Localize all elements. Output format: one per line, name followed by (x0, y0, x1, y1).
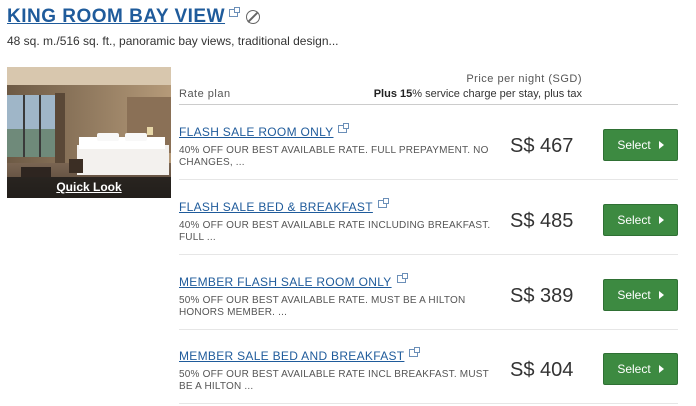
rate-description: 40% OFF OUR BEST AVAILABLE RATE. FULL PR… (179, 145, 489, 168)
room-photo[interactable]: Quick Look (7, 67, 171, 198)
select-button-label: Select (617, 138, 651, 152)
rate-name-text[interactable]: FLASH SALE ROOM ONLY (179, 125, 333, 139)
rate-name-link[interactable]: MEMBER SALE BED AND BREAKFAST (179, 347, 421, 363)
rate-name-text[interactable]: MEMBER FLASH SALE ROOM ONLY (179, 275, 392, 289)
rate-price: S$ 389 (510, 285, 574, 307)
chevron-right-icon (658, 216, 664, 224)
external-link-icon[interactable] (377, 198, 389, 208)
select-button[interactable]: Select (603, 353, 678, 385)
rate-row: FLASH SALE ROOM ONLY 40% OFF OUR BEST AV… (179, 105, 678, 180)
select-button[interactable]: Select (603, 129, 678, 161)
no-smoking-icon (246, 10, 261, 24)
price-per-night-header: Price per night (SGD) (466, 73, 582, 85)
select-button-label: Select (617, 213, 651, 227)
service-charge-text: % service charge per stay, plus tax (412, 88, 582, 100)
external-link-icon[interactable] (409, 347, 421, 357)
select-button-label: Select (617, 362, 651, 376)
rate-price: S$ 404 (510, 359, 574, 381)
rate-description: 40% OFF OUR BEST AVAILABLE RATE INCLUDIN… (179, 220, 491, 243)
rate-plan-header: Rate plan (179, 88, 231, 100)
rate-name-text[interactable]: FLASH SALE BED & BREAKFAST (179, 200, 373, 214)
service-charge-bold: Plus 15 (373, 88, 413, 100)
rate-name-link[interactable]: FLASH SALE BED & BREAKFAST (179, 198, 389, 214)
quick-look-link[interactable]: Quick Look (7, 177, 171, 198)
rate-price: S$ 467 (510, 135, 574, 157)
select-button-label: Select (617, 288, 651, 302)
rate-name-link[interactable]: FLASH SALE ROOM ONLY (179, 123, 350, 139)
rate-row: MEMBER FLASH SALE ROOM ONLY 50% OFF OUR … (179, 255, 678, 330)
room-title-row: KING ROOM BAY VIEW (7, 6, 261, 28)
external-link-icon[interactable] (338, 123, 350, 133)
rate-row: FLASH SALE BED & BREAKFAST 40% OFF OUR B… (179, 180, 678, 255)
chevron-right-icon (658, 141, 664, 149)
rate-name-link[interactable]: MEMBER FLASH SALE ROOM ONLY (179, 273, 408, 289)
select-button[interactable]: Select (603, 279, 678, 311)
rate-name-text[interactable]: MEMBER SALE BED AND BREAKFAST (179, 349, 404, 363)
room-title-link[interactable]: KING ROOM BAY VIEW (7, 6, 225, 28)
rate-row: MEMBER SALE BED AND BREAKFAST 50% OFF OU… (179, 329, 678, 404)
room-description: 48 sq. m./516 sq. ft., panoramic bay vie… (7, 34, 339, 48)
external-link-icon[interactable] (229, 7, 241, 17)
chevron-right-icon (658, 291, 664, 299)
external-link-icon[interactable] (396, 273, 408, 283)
chevron-right-icon (658, 365, 664, 373)
service-charge-note: Plus 15% service charge per stay, plus t… (374, 88, 582, 100)
rate-description: 50% OFF OUR BEST AVAILABLE RATE. MUST BE… (179, 295, 466, 318)
rate-description: 50% OFF OUR BEST AVAILABLE RATE INCL BRE… (179, 369, 489, 392)
rate-price: S$ 485 (510, 210, 574, 232)
select-button[interactable]: Select (603, 204, 678, 236)
